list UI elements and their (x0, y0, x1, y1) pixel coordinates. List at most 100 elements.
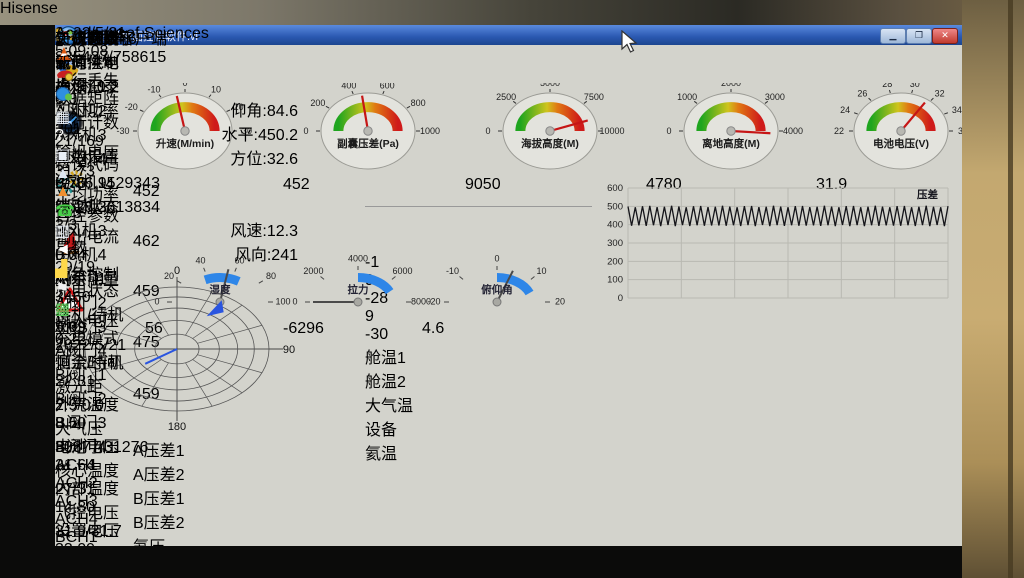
status-label: 数据帧长 (55, 541, 166, 546)
svg-text:24: 24 (840, 105, 850, 115)
system-tray: ▦?▣▲▲☎▥◄▟⚑▩ (55, 107, 126, 319)
bar-label: 设备 (365, 416, 592, 440)
flag-icon[interactable]: ⚑ (55, 279, 126, 299)
chart-grid (365, 183, 592, 254)
bar-label: 氦压 (133, 533, 360, 546)
gauge-2: 025005000750010000海拔高度(M)9050 (465, 83, 635, 194)
bar-label: 舱温1 (365, 344, 592, 368)
wall-right (962, 0, 1024, 578)
bar (365, 218, 592, 226)
status-value: 2.9/0.0 (55, 397, 166, 415)
institute-name-en: Academy of Sciences (55, 25, 209, 43)
svg-text:10: 10 (537, 266, 547, 276)
status-value: 27/31 (55, 481, 166, 499)
svg-text:34: 34 (952, 105, 962, 115)
clock-date: 2022/5/21 (55, 337, 126, 355)
svg-text:副囊压差(Pa): 副囊压差(Pa) (337, 137, 399, 150)
status-label: 大气压 (55, 415, 166, 439)
mouse-cursor (620, 30, 638, 54)
status-11: 飞控电压31.9/31.7 (55, 499, 166, 541)
status-9: 大气压30877/31276 (55, 415, 166, 457)
gauge-dial: 02004006008001000副囊压差(Pa) (283, 83, 453, 171)
windows-taskbar[interactable]: eS▦?▣▲▲☎▥◄▟⚑▩5:092022/5/21 (55, 25, 126, 355)
small-gauge-value: -6296 (283, 320, 433, 338)
svg-text:600: 600 (607, 183, 623, 194)
svg-text:0: 0 (618, 293, 623, 304)
gauge-dial: 025005000750010000海拔高度(M) (465, 83, 635, 171)
svg-text:4000: 4000 (348, 255, 368, 263)
keyboard-icon[interactable]: ▦ (55, 107, 126, 127)
svg-text:400: 400 (341, 83, 356, 90)
bar (365, 226, 592, 254)
svg-text:-20: -20 (427, 296, 440, 306)
gauge-dial: 01000200030004000离地高度(M) (646, 83, 816, 171)
matrix-icon[interactable]: ▩ (55, 299, 126, 319)
svg-text:22: 22 (834, 126, 844, 136)
close-button[interactable]: ✕ (932, 28, 958, 44)
small-gauge-1: 02000400060008000拉力-6296 (283, 255, 433, 331)
up-arrow-icon[interactable]: ▲ (55, 165, 126, 183)
svg-text:500: 500 (607, 201, 623, 212)
pressure-trend-chart: 0100200300400500600压差 (598, 182, 958, 309)
bar-label: B压差1 (133, 485, 360, 509)
svg-text:800: 800 (411, 98, 426, 108)
svg-text:离地高度(M): 离地高度(M) (702, 137, 760, 150)
photo-background: 极目三号地面控制软件.vi ▁ ❐ ✕ 2022/5/21 5:09:08 -3… (0, 0, 1024, 578)
tv-brand: Hisense (0, 0, 58, 18)
clipboard-icon[interactable]: ▥ (55, 221, 126, 241)
status-label: 激光距 (55, 373, 166, 397)
volume-icon[interactable]: ◄ (55, 241, 126, 259)
svg-text:1000: 1000 (420, 126, 440, 136)
svg-text:4000: 4000 (783, 126, 803, 136)
bar-label: B压差2 (133, 509, 360, 533)
svg-text:2500: 2500 (496, 92, 516, 102)
wind-marker (207, 300, 224, 316)
svg-text:180: 180 (168, 421, 186, 431)
bar-label: 氦温 (365, 440, 592, 464)
clock-time: 5:09 (55, 319, 126, 337)
tv-screen: 极目三号地面控制软件.vi ▁ ❐ ✕ 2022/5/21 5:09:08 -3… (55, 25, 962, 546)
svg-text:0: 0 (666, 126, 671, 136)
status-8: 激光距2.9/0.0 (55, 373, 166, 415)
phone-icon[interactable]: ☎ (55, 201, 126, 221)
svg-text:400: 400 (607, 220, 623, 231)
status-value: 30877/31276 (55, 439, 166, 457)
bar-label: A压差2 (133, 461, 360, 485)
status-12: 数据帧长54/86 (55, 541, 166, 546)
svg-text:-10: -10 (446, 266, 459, 276)
gauge-dial: 2224262830323436电池电压(V) (816, 83, 962, 171)
legend-label: 压差 (917, 188, 938, 201)
minimize-button[interactable]: ▁ (880, 28, 906, 44)
bar (365, 184, 592, 192)
svg-text:7500: 7500 (584, 92, 604, 102)
maximize-button[interactable]: ❐ (906, 28, 932, 44)
taskbar-clock[interactable]: 5:092022/5/21 (55, 319, 126, 355)
svg-text:俯仰角: 俯仰角 (481, 283, 513, 296)
svg-text:200: 200 (607, 256, 623, 267)
svg-text:32: 32 (935, 88, 945, 98)
wall-top (0, 0, 1024, 25)
vlc-tray-icon[interactable]: ▲ (55, 183, 126, 201)
svg-text:1000: 1000 (677, 92, 697, 102)
svg-text:0: 0 (485, 126, 490, 136)
small-gauge-dial: 02000400060008000拉力 (283, 255, 433, 315)
svg-text:0: 0 (494, 255, 499, 263)
svg-text:2000: 2000 (303, 266, 323, 276)
printer-icon[interactable]: ▣ (55, 145, 126, 165)
status-10: 核心温度27/31 (55, 457, 166, 499)
bar-label: 舱温2 (365, 368, 592, 392)
temperature-bar-chart: -19-289-30舱温1舱温2大气温设备氦温 (365, 183, 592, 261)
svg-text:0: 0 (303, 126, 308, 136)
utility-icon (55, 89, 73, 106)
svg-text:28: 28 (882, 83, 892, 89)
svg-text:6000: 6000 (393, 266, 413, 276)
status-value: 31.9/31.7 (55, 523, 166, 541)
gauge-3: 01000200030004000离地高度(M)4780 (646, 83, 816, 194)
help-icon[interactable]: ? (55, 127, 126, 145)
wall-seam (1008, 0, 1013, 578)
utility-button[interactable] (55, 86, 126, 107)
svg-text:100: 100 (607, 275, 623, 286)
svg-text:0: 0 (174, 265, 180, 277)
network-icon[interactable]: ▟ (55, 259, 126, 279)
svg-text:26: 26 (857, 88, 867, 98)
